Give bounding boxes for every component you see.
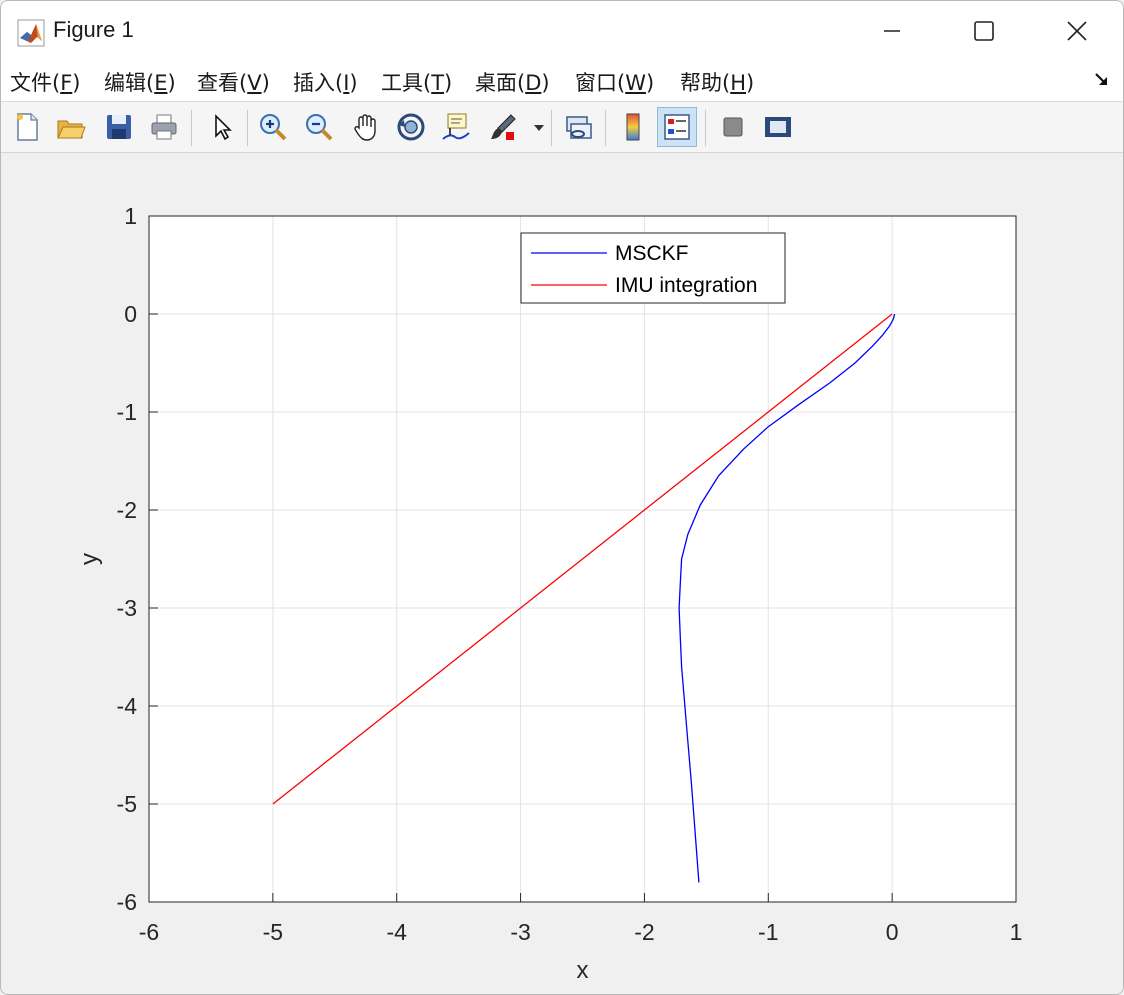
figure-window: Figure 1 文件(F) 编辑(E) 查看(V) 插入(I) 工具(T) 桌…: [0, 0, 1124, 995]
y-tick-label: -2: [117, 497, 137, 523]
print-button[interactable]: [144, 107, 184, 147]
x-tick-label: -6: [139, 919, 159, 945]
matlab-logo-icon: [17, 19, 45, 47]
dock-figure-icon[interactable]: [1093, 71, 1111, 89]
rotate-3d-button[interactable]: [391, 107, 431, 147]
x-tick-label: -4: [386, 919, 407, 945]
x-tick-label: 1: [1010, 919, 1023, 945]
legend-label-imu-integration: IMU integration: [615, 274, 757, 297]
link-plot-icon: [566, 116, 592, 139]
hide-plot-tools-button[interactable]: [713, 107, 753, 147]
x-tick-label: -2: [634, 919, 654, 945]
show-plot-tools-button[interactable]: [758, 107, 798, 147]
save-button[interactable]: [99, 107, 139, 147]
menu-tools[interactable]: 工具(T): [381, 67, 452, 97]
close-button[interactable]: [1031, 1, 1123, 61]
y-tick-label: -5: [117, 791, 137, 817]
hide-plot-tools-icon: [723, 117, 743, 137]
save-icon: [107, 115, 131, 139]
y-tick-label: 0: [124, 301, 137, 327]
colorbar-icon: [626, 113, 640, 141]
y-tick-label: -6: [117, 889, 137, 915]
x-tick-label: -1: [758, 919, 778, 945]
minimize-icon: [884, 30, 900, 32]
legend-label-msckf: MSCKF: [615, 242, 689, 265]
open-file-icon: [57, 120, 86, 139]
open-file-button[interactable]: [51, 107, 91, 147]
data-cursor-button[interactable]: [436, 107, 476, 147]
minimize-button[interactable]: [846, 1, 938, 61]
chevron-down-icon[interactable]: [533, 123, 545, 133]
link-plot-button[interactable]: [558, 107, 598, 147]
menu-view[interactable]: 查看(V): [197, 67, 270, 97]
menu-bar: 文件(F) 编辑(E) 查看(V) 插入(I) 工具(T) 桌面(D) 窗口(W…: [1, 61, 1123, 102]
pan-hand-icon: [354, 114, 376, 141]
menu-edit[interactable]: 编辑(E): [104, 67, 176, 97]
menu-insert[interactable]: 插入(I): [293, 67, 358, 97]
title-bar: Figure 1: [1, 1, 1123, 61]
maximize-button[interactable]: [938, 1, 1030, 61]
y-tick-label: -4: [117, 693, 138, 719]
y-tick-label: 1: [124, 203, 137, 229]
menu-desktop[interactable]: 桌面(D): [475, 67, 550, 97]
toolbar-separator: [247, 110, 248, 146]
show-plot-tools-icon: [765, 117, 791, 137]
x-axis-label: x: [577, 957, 589, 984]
select-arrow-icon: [215, 114, 232, 141]
axes-plot[interactable]: -6 -5 -4 -3 -2 -1 0 1 1 0 -1 -2 -3 -4 -5 -6 x y MSCKF I…: [1, 153, 1123, 994]
figure-canvas: -6 -5 -4 -3 -2 -1 0 1 1 0 -1 -2 -3 -4 -5 -6 x y MSCKF I…: [1, 153, 1123, 994]
y-axis-label: y: [76, 553, 103, 565]
figure-toolbar: [1, 102, 1123, 153]
window-title: Figure 1: [53, 17, 134, 42]
menu-file[interactable]: 文件(F): [10, 67, 81, 97]
zoom-in-icon: [260, 114, 287, 141]
insert-colorbar-button[interactable]: [613, 107, 653, 147]
data-cursor-icon: [442, 113, 470, 140]
legend[interactable]: MSCKF IMU integration: [520, 232, 786, 304]
pan-button[interactable]: [346, 107, 386, 147]
print-icon: [151, 114, 177, 140]
menu-help[interactable]: 帮助(H): [680, 67, 754, 97]
y-tick-label: -1: [117, 399, 137, 425]
zoom-in-button[interactable]: [253, 107, 293, 147]
toolbar-separator: [191, 110, 192, 146]
x-tick-label: 0: [886, 919, 899, 945]
x-tick-label: -5: [263, 919, 283, 945]
menu-window[interactable]: 窗口(W): [575, 67, 654, 97]
zoom-out-button[interactable]: [299, 107, 339, 147]
close-icon: [1067, 21, 1087, 41]
brush-icon: [491, 114, 516, 140]
insert-legend-button[interactable]: [657, 107, 697, 147]
toolbar-separator: [605, 110, 606, 146]
maximize-icon: [974, 21, 994, 41]
edit-plot-button[interactable]: [201, 107, 241, 147]
legend-icon: [664, 114, 690, 140]
y-tick-label: -3: [117, 595, 137, 621]
zoom-out-icon: [306, 114, 333, 141]
brush-button[interactable]: [483, 107, 523, 147]
x-tick-label: -3: [510, 919, 530, 945]
toolbar-separator: [705, 110, 706, 146]
new-figure-icon: [17, 113, 38, 141]
new-figure-button[interactable]: [7, 107, 47, 147]
toolbar-separator: [551, 110, 552, 146]
rotate-3d-icon: [397, 113, 425, 141]
